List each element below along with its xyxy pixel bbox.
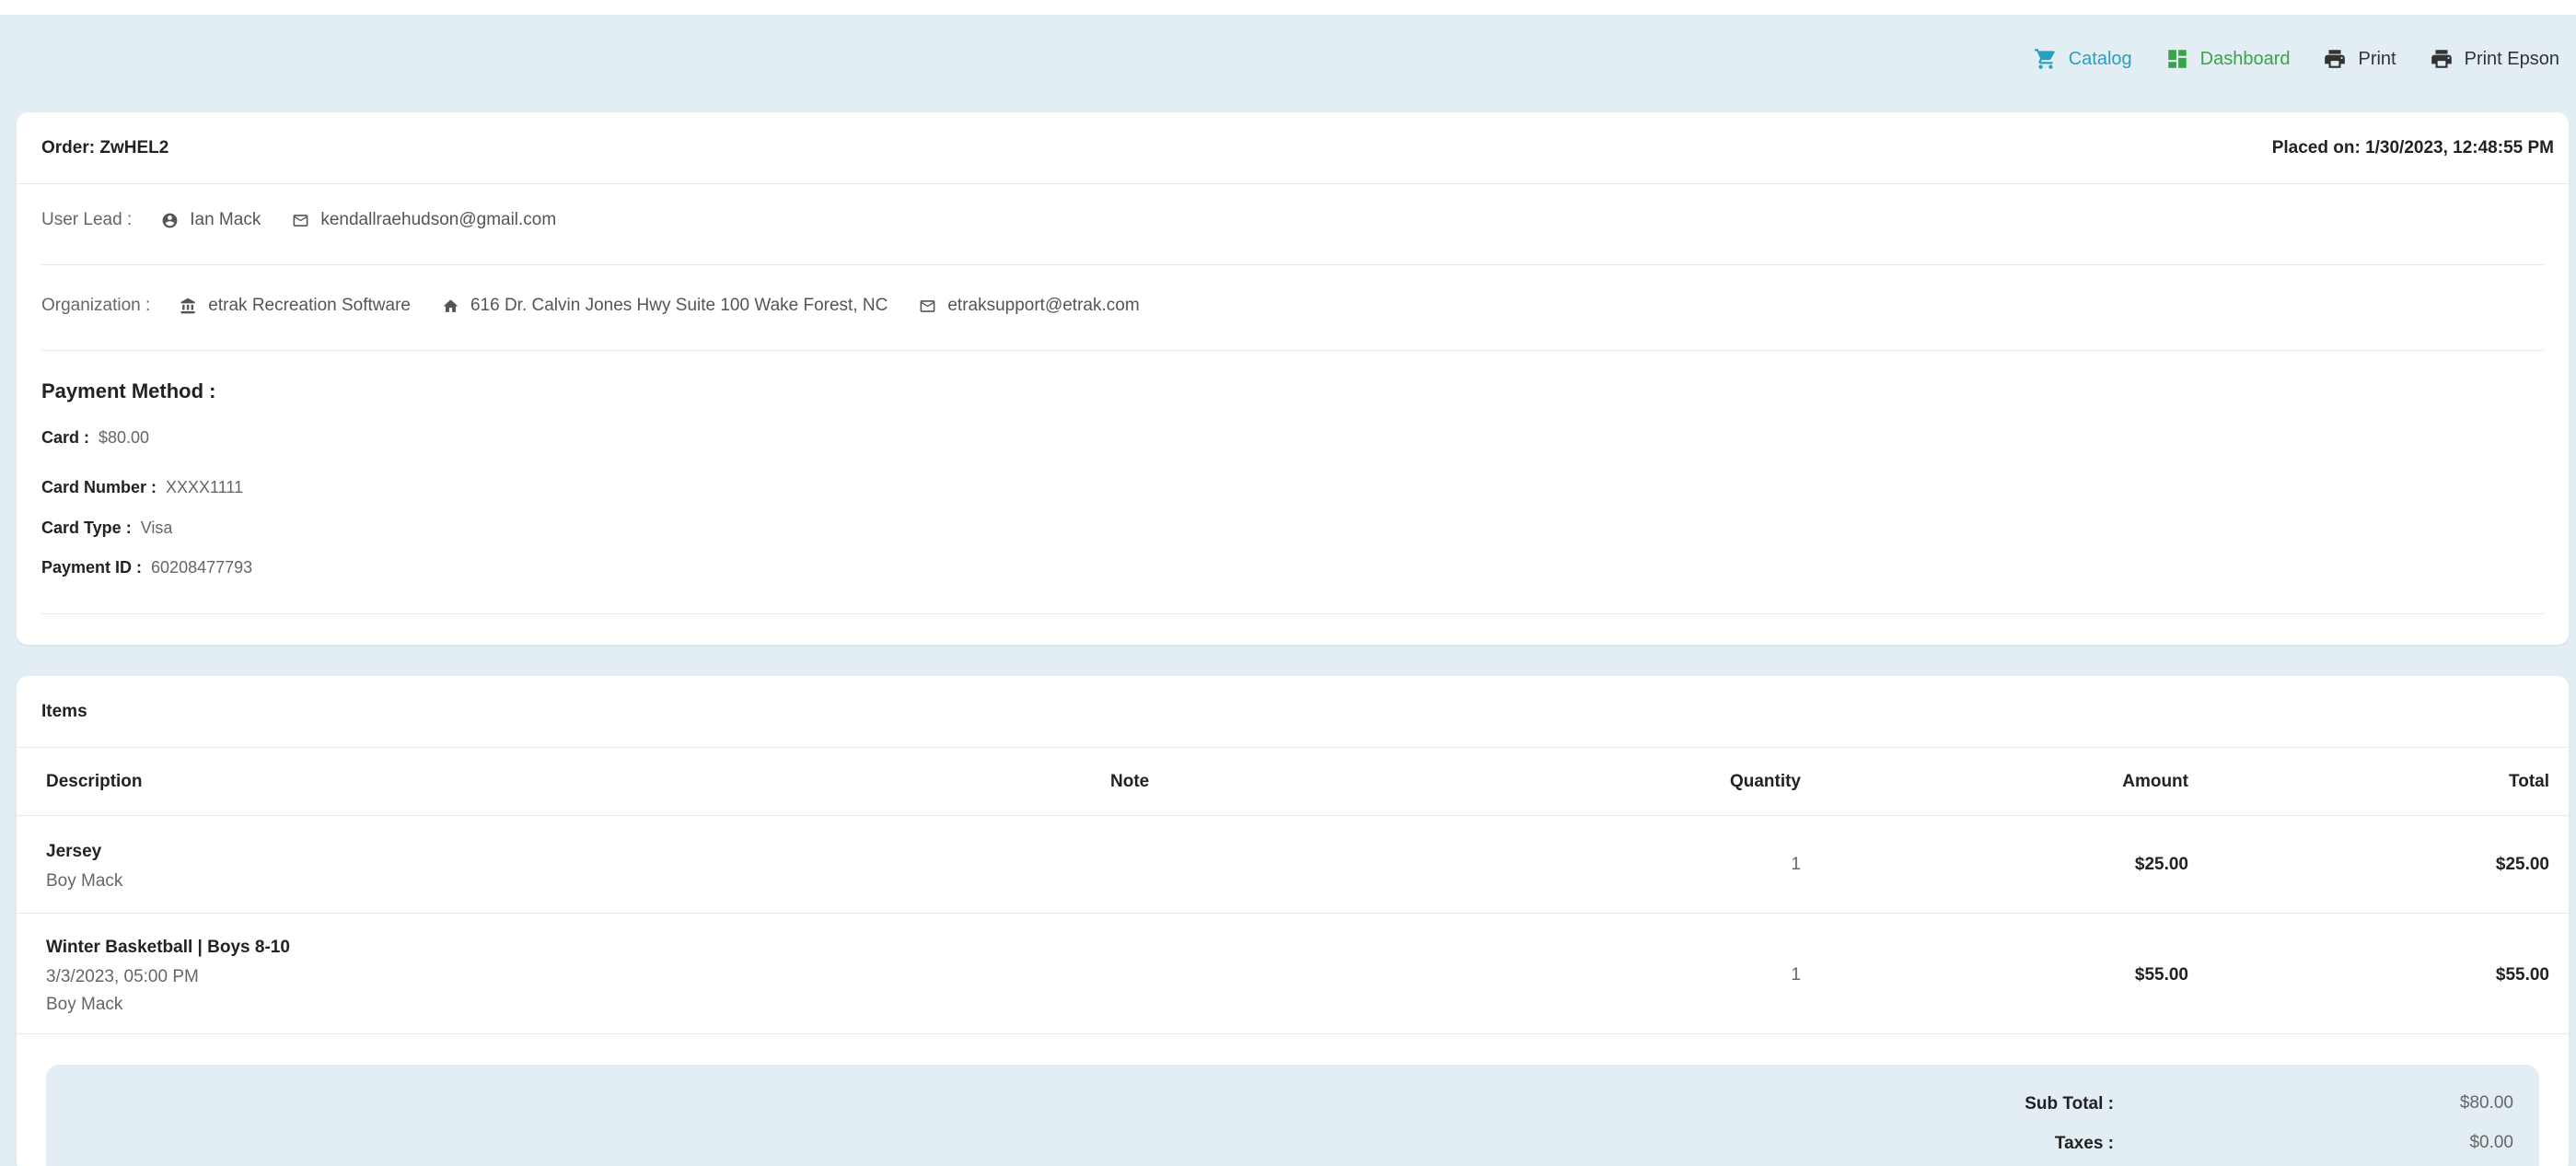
divider <box>41 264 2544 265</box>
payment-method-title: Payment Method : <box>41 379 216 402</box>
item-subtitle: Boy Mack <box>46 871 123 891</box>
cart-icon <box>2034 49 2055 69</box>
table-header: Description Note Quantity Amount Total <box>17 748 2569 816</box>
totals-panel: Sub Total : $80.00 Taxes : $0.00 <box>46 1065 2539 1166</box>
organization-row: Organization : etrak Recreation Software… <box>41 296 2544 316</box>
print-epson-button[interactable]: Print Epson <box>2430 47 2559 71</box>
org-email-text: etraksupport@etrak.com <box>947 296 1140 315</box>
card-type-label: Card Type : <box>41 519 132 537</box>
envelope-icon <box>920 299 935 312</box>
column-amount: Amount <box>2122 772 2188 791</box>
catalog-label: Catalog <box>2068 48 2132 69</box>
printer-icon <box>2325 50 2346 68</box>
column-description: Description <box>46 772 143 791</box>
user-email: kendallraehudson@gmail.com <box>292 210 556 230</box>
envelope-icon <box>293 214 308 227</box>
item-quantity: 1 <box>1791 965 1801 985</box>
org-address: 616 Dr. Calvin Jones Hwy Suite 100 Wake … <box>442 296 888 316</box>
item-quantity: 1 <box>1791 855 1801 874</box>
item-date: 3/3/2023, 05:00 PM <box>46 967 199 986</box>
items-title: Items <box>17 676 2569 748</box>
placed-on: Placed on: 1/30/2023, 12:48:55 PM <box>2271 137 2554 157</box>
card-number-label: Card Number : <box>41 478 157 496</box>
print-button[interactable]: Print <box>2323 47 2396 71</box>
card-number-line: Card Number : XXXX1111 <box>41 478 243 497</box>
table-row: Jersey Boy Mack 1 $25.00 $25.00 <box>17 816 2569 914</box>
column-note: Note <box>1110 772 1150 791</box>
payment-id-line: Payment ID : 60208477793 <box>41 558 252 577</box>
user-name-text: Ian Mack <box>190 210 261 229</box>
order-title: Order: ZwHEL2 <box>41 137 169 157</box>
payment-id-label: Payment ID : <box>41 558 143 577</box>
card-number-value: XXXX1111 <box>166 478 244 496</box>
user-email-text: kendallraehudson@gmail.com <box>320 210 557 229</box>
printer-icon <box>2431 50 2452 68</box>
dashboard-icon <box>2167 50 2187 68</box>
dashboard-label: Dashboard <box>2199 48 2291 69</box>
card-type-line: Card Type : Visa <box>41 519 172 538</box>
print-label: Print <box>2358 48 2396 69</box>
account-circle-icon <box>162 213 178 227</box>
print-epson-label: Print Epson <box>2464 48 2559 69</box>
order-header: Order: ZwHEL2 Placed on: 1/30/2023, 12:4… <box>17 112 2569 184</box>
item-subtitle: Boy Mack <box>46 995 123 1014</box>
column-total: Total <box>2509 772 2549 791</box>
column-quantity: Quantity <box>1729 772 1801 791</box>
bank-icon <box>180 297 195 313</box>
item-total: $55.00 <box>2495 965 2549 985</box>
item-title: Jersey <box>46 842 102 861</box>
catalog-link[interactable]: Catalog <box>2034 47 2132 71</box>
home-icon <box>443 298 458 312</box>
divider <box>41 350 2544 351</box>
table-row: Winter Basketball | Boys 8-10 3/3/2023, … <box>17 914 2569 1034</box>
item-amount: $25.00 <box>2134 855 2188 874</box>
org-email: etraksupport@etrak.com <box>919 296 1140 316</box>
card-line: Card : $80.00 <box>41 428 149 448</box>
item-total: $25.00 <box>2495 855 2549 874</box>
dashboard-link[interactable]: Dashboard <box>2165 47 2291 71</box>
org-name-text: etrak Recreation Software <box>208 296 411 315</box>
item-description: Jersey Boy Mack <box>46 842 122 892</box>
organization-label: Organization : <box>41 296 151 315</box>
order-details-card: Order: ZwHEL2 Placed on: 1/30/2023, 12:4… <box>17 112 2569 645</box>
taxes-value: $0.00 <box>2469 1133 2513 1152</box>
taxes-label: Taxes : <box>2054 1134 2114 1153</box>
items-card: Items Description Note Quantity Amount T… <box>17 676 2569 1166</box>
user-name: Ian Mack <box>161 210 261 230</box>
item-title: Winter Basketball | Boys 8-10 <box>46 938 290 957</box>
card-label: Card : <box>41 428 90 447</box>
user-lead-row: User Lead : Ian Mack kendallraehudson@gm… <box>41 210 2544 230</box>
user-lead-label: User Lead : <box>41 210 133 229</box>
card-value: $80.00 <box>99 428 150 447</box>
item-description: Winter Basketball | Boys 8-10 3/3/2023, … <box>46 938 290 1015</box>
item-amount: $55.00 <box>2134 965 2188 985</box>
payment-id-value: 60208477793 <box>151 558 253 577</box>
subtotal-value: $80.00 <box>2459 1093 2513 1113</box>
top-strip <box>0 0 2576 15</box>
card-type-value: Visa <box>140 519 173 537</box>
toolbar: Catalog Dashboard Print Print Epson <box>2034 44 2559 74</box>
divider <box>41 613 2544 614</box>
subtotal-label: Sub Total : <box>2025 1094 2114 1114</box>
org-address-text: 616 Dr. Calvin Jones Hwy Suite 100 Wake … <box>470 296 888 315</box>
org-name: etrak Recreation Software <box>180 296 411 316</box>
